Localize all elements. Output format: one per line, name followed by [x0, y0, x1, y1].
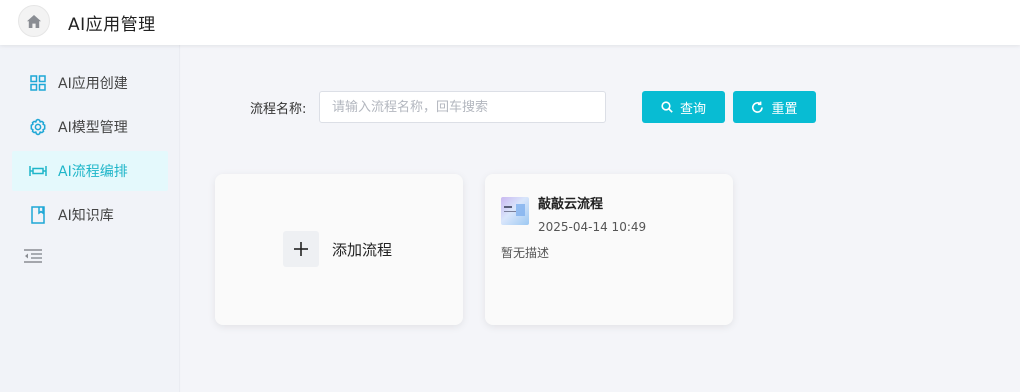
- grid-icon: [29, 74, 47, 92]
- search-icon: [661, 101, 673, 113]
- sidebar-item-app-create[interactable]: AI应用创建: [12, 63, 168, 103]
- plus-icon: [283, 231, 319, 267]
- flow-card[interactable]: 敲敲云流程 2025-04-14 10:49 暂无描述: [485, 174, 733, 325]
- sidebar-item-label: AI应用创建: [58, 76, 128, 92]
- book-icon: [29, 206, 47, 224]
- flow-name-label: 流程名称:: [250, 102, 307, 117]
- gear-icon: [29, 118, 47, 136]
- sidebar-item-knowledge-base[interactable]: AI知识库: [12, 195, 168, 235]
- home-icon: [27, 14, 41, 28]
- collapse-menu-icon[interactable]: [24, 249, 42, 263]
- reset-button[interactable]: 重置: [733, 91, 816, 123]
- sidebar-item-label: AI流程编排: [58, 164, 128, 180]
- flow-icon: [29, 162, 47, 180]
- flow-description: 暂无描述: [501, 246, 550, 260]
- flow-name: 敲敲云流程: [538, 197, 604, 212]
- flow-name-search-input[interactable]: [319, 91, 606, 123]
- sidebar-item-label: AI模型管理: [58, 120, 128, 136]
- add-flow-card[interactable]: 添加流程: [215, 174, 463, 325]
- sidebar-item-flow-orchestration[interactable]: AI流程编排: [12, 151, 168, 191]
- query-button[interactable]: 查询: [642, 91, 725, 123]
- flow-thumbnail: [501, 197, 529, 225]
- add-flow-label: 添加流程: [332, 240, 393, 259]
- home-button[interactable]: [18, 5, 50, 37]
- flow-timestamp: 2025-04-14 10:49: [538, 220, 647, 234]
- top-bar: AI应用管理: [0, 0, 1020, 45]
- query-button-label: 查询: [679, 101, 706, 117]
- reset-button-label: 重置: [771, 101, 798, 117]
- app-title: AI应用管理: [68, 15, 156, 35]
- refresh-icon: [751, 101, 764, 114]
- sidebar-item-label: AI知识库: [58, 208, 114, 224]
- sidebar-item-model-manage[interactable]: AI模型管理: [12, 107, 168, 147]
- sidebar: AI应用创建 AI模型管理 AI流程编排 AI知识库: [0, 45, 180, 392]
- main-content: 流程名称: 查询 重置 添加流程: [181, 45, 1020, 392]
